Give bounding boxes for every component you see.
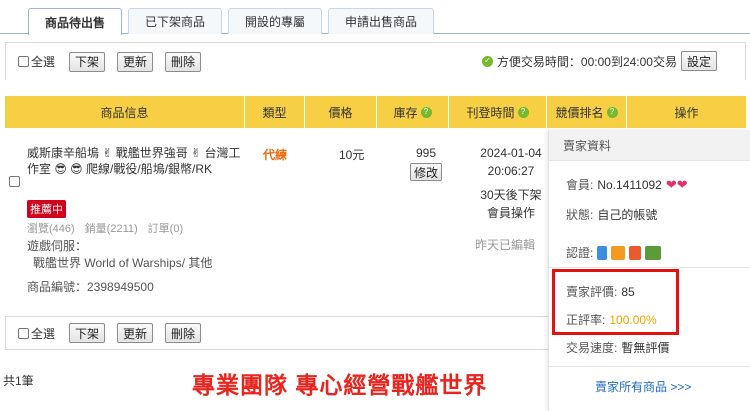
col-stock: 庫存? — [377, 96, 449, 128]
select-all-top[interactable]: 全選 — [18, 53, 55, 70]
select-all-checkbox[interactable] — [18, 56, 29, 67]
select-all-label: 全選 — [31, 326, 56, 341]
recommend-badge: 推薦中 — [27, 200, 66, 218]
expire-note: 30天後下架 — [480, 188, 542, 202]
select-all-checkbox[interactable] — [18, 327, 29, 339]
phone-verified-icon — [597, 245, 608, 260]
table-row: 威斯康辛船塢 ✌ 戰艦世界強哥 ✌ 台灣工作室 😎 😎 爬線/戰役/船塢/銀幣/… — [5, 128, 546, 303]
tab-bar: 商品待出售 已下架商品 開設的專屬 申請出售商品 — [28, 8, 435, 35]
total-count: 共1筆 — [3, 374, 34, 388]
item-checkbox[interactable] — [9, 176, 20, 187]
seller-status: 狀態: 自己的帳號 — [566, 208, 658, 222]
col-product-info: 商品信息 — [5, 96, 245, 128]
help-icon[interactable]: ? — [517, 106, 529, 118]
update-button[interactable]: 更新 — [117, 51, 154, 72]
select-all-bottom[interactable]: 全選 — [18, 325, 55, 342]
delist-button[interactable]: 下架 — [69, 51, 106, 72]
delist-button[interactable]: 下架 — [69, 323, 106, 343]
edit-stock-button[interactable]: 修改 — [410, 163, 442, 181]
delete-button[interactable]: 刪除 — [165, 323, 202, 343]
member-number: No.1411092 — [597, 177, 662, 192]
id-card-verified-icon — [645, 245, 662, 260]
money-verified-icon — [629, 245, 642, 260]
speed-value: 暫無評價 — [621, 341, 670, 355]
highlight-box — [552, 269, 679, 335]
col-actions: 操作 — [674, 105, 699, 120]
set-trade-time-button[interactable]: 設定 — [680, 51, 717, 71]
col-type: 類型 — [245, 96, 305, 128]
col-price: 價格 — [305, 96, 377, 128]
table-header: 商品信息 類型 價格 庫存? 刊登時間? 競價排名? 操作 — [5, 96, 746, 128]
views-count: 瀏覽(446) — [27, 223, 75, 235]
post-time: 2024-01-04 20:06:27 30天後下架 會員操作 — [467, 144, 555, 222]
item-title[interactable]: 威斯康辛船塢 ✌ 戰艦世界強哥 ✌ 台灣工作室 😎 😎 爬線/戰役/船塢/銀幣/… — [27, 145, 245, 177]
divider — [549, 366, 750, 367]
tab-for-sale[interactable]: 商品待出售 — [28, 8, 123, 35]
item-number: 商品編號：2398949500 — [27, 280, 154, 294]
item-stats: 瀏覽(446) 銷量(2211) 訂單(0) — [27, 220, 183, 236]
item-stock: 995 修改 — [410, 146, 442, 181]
slogan-text: 專業團隊 專心經營戰艦世界 — [192, 372, 488, 398]
heart-icon: ❤❤ — [665, 176, 688, 192]
col-rank: 競價排名? — [547, 96, 627, 128]
stock-value: 995 — [415, 146, 437, 160]
divider — [549, 267, 750, 268]
seller-speed: 交易速度: 暫無評價 — [566, 341, 670, 355]
post-clock: 20:06:27 — [487, 164, 535, 178]
item-type: 代練 — [263, 148, 288, 162]
help-icon[interactable]: ? — [606, 106, 618, 118]
col-post-time: 刊登時間? — [449, 96, 547, 128]
top-toolbar: 全選 下架 更新 刪除 ✓ 方便交易時間：00:00到24:00交易 設定 — [5, 42, 746, 80]
member-op-link[interactable]: 會員操作 — [467, 204, 555, 222]
telephone-verified-icon — [611, 245, 626, 260]
select-all-label: 全選 — [31, 55, 56, 69]
update-button[interactable]: 更新 — [117, 323, 154, 343]
game-server: 遊戲伺服： 戰艦世界 World of Warships/ 其他 — [27, 238, 212, 272]
tab-exclusive[interactable]: 開設的專屬 — [228, 8, 323, 34]
trade-time-text: 方便交易時間：00:00到24:00交易 — [496, 54, 677, 69]
post-date: 2024-01-04 — [480, 146, 542, 160]
status-value: 自己的帳號 — [597, 208, 658, 222]
seller-verify: 認證: — [566, 244, 662, 261]
item-price: 10元 — [339, 148, 365, 162]
server-value: 戰艦世界 World of Warships/ 其他 — [33, 256, 213, 270]
trade-time-info: ✓ 方便交易時間：00:00到24:00交易 設定 — [481, 51, 717, 71]
help-icon[interactable]: ? — [420, 106, 432, 118]
seller-member: 會員: No.1411092 ❤❤ — [566, 176, 688, 193]
edited-note: 昨天已編輯 — [475, 238, 536, 252]
sales-count: 銷量(2211) — [84, 223, 138, 235]
seller-all-items-link[interactable]: 賣家所有商品 >>> — [595, 378, 691, 395]
seller-heading: 賣家資料 — [549, 130, 750, 161]
bottom-toolbar: 全選 下架 更新 刪除 — [5, 316, 550, 350]
tab-delisted[interactable]: 已下架商品 — [128, 8, 223, 34]
check-circle-icon: ✓ — [481, 55, 493, 67]
orders-count: 訂單(0) — [147, 223, 184, 235]
server-label: 遊戲伺服： — [27, 239, 88, 253]
delete-button[interactable]: 刪除 — [165, 51, 202, 72]
tab-apply-sale[interactable]: 申請出售商品 — [328, 8, 435, 34]
